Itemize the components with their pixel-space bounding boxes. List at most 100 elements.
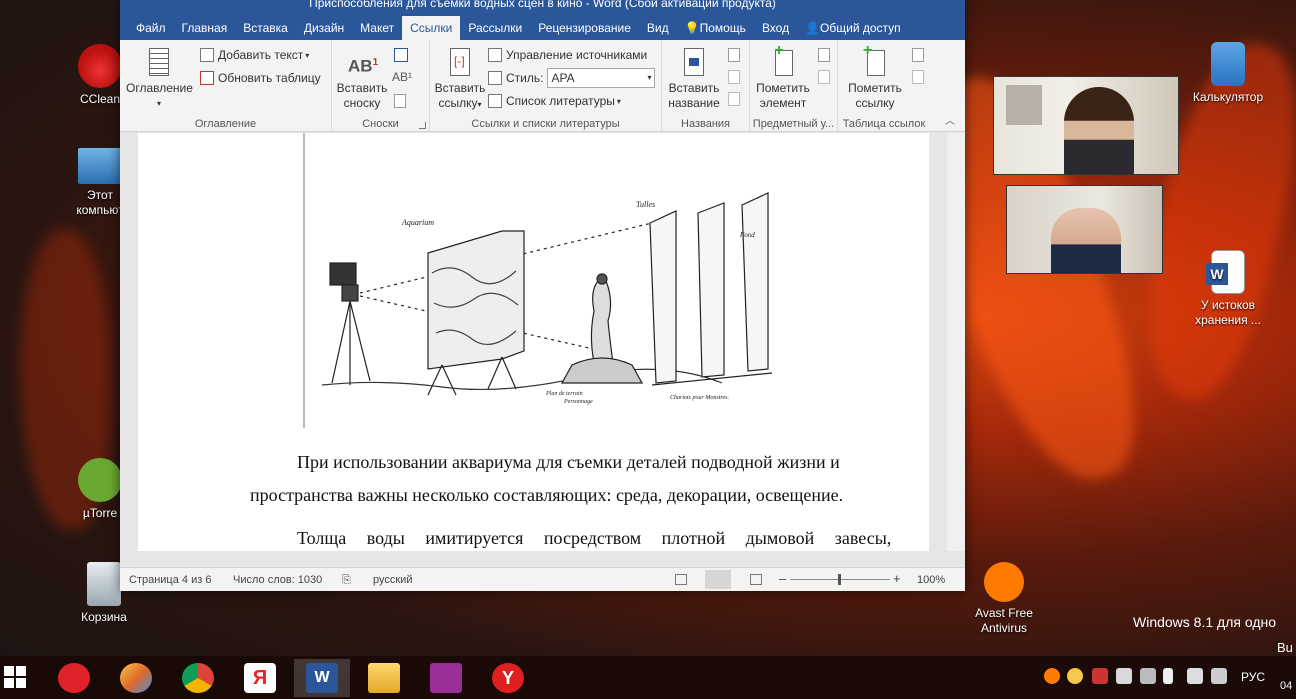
windows-logo-icon (4, 666, 28, 688)
network-error-tray-icon[interactable] (1092, 668, 1108, 684)
insert-caption-button[interactable]: Вставить название (664, 48, 724, 111)
insert-toa-icon[interactable] (912, 48, 924, 62)
mark-citation-button[interactable]: + Пометить ссылку (842, 43, 908, 111)
web-layout-icon[interactable] (750, 574, 762, 585)
style-value: APA (551, 71, 575, 85)
insert-citation-label-1: Вставить (434, 81, 486, 95)
desktop-icon-calculator[interactable]: Калькулятор (1186, 42, 1270, 105)
mark-entry-button[interactable]: + Пометить элемент (752, 43, 814, 111)
manage-sources-button[interactable]: Управление источниками (488, 48, 647, 62)
avast-icon (984, 562, 1024, 602)
desktop-icon-label: Корзина (81, 610, 127, 624)
taskbar-chrome[interactable] (170, 659, 226, 697)
video-feed-participant-1[interactable] (993, 76, 1179, 175)
tab-file[interactable]: Файл (128, 16, 174, 40)
add-text-button[interactable]: Добавить текст ▾ (200, 48, 309, 62)
zoom-level[interactable]: 100% (917, 574, 945, 586)
insert-caption-label-1: Вставить (668, 81, 720, 95)
tab-references[interactable]: Ссылки (402, 16, 461, 40)
sign-in-link[interactable]: Вход (754, 16, 797, 40)
document-area[interactable]: Aquarium Tulles Fond Plan de terrain Per… (120, 133, 965, 551)
update-index-icon[interactable] (818, 70, 830, 84)
citation-icon: [-] (446, 48, 474, 78)
desktop-icon-word-doc[interactable]: W У истоков хранения ... (1186, 250, 1270, 328)
desktop-icon-label: Калькулятор (1192, 90, 1264, 104)
video-feed-participant-2[interactable] (1006, 185, 1163, 274)
tab-layout[interactable]: Макет (352, 16, 402, 40)
volume-tray-icon[interactable] (1211, 668, 1227, 684)
insert-footnote-button[interactable]: AB1 Вставить сноску (336, 48, 388, 111)
group-label: Оглавление (194, 118, 257, 130)
paragraph-1-line-1: При использовании аквариума для съемки д… (297, 452, 840, 472)
ribbon-tab-bar: Файл Главная Вставка Дизайн Макет Ссылки… (120, 16, 965, 40)
taskbar-yandex-browser[interactable]: Я (232, 659, 288, 697)
security-tray-icon[interactable] (1116, 668, 1132, 684)
insert-index-icon[interactable] (818, 48, 830, 62)
language-indicator[interactable]: русский (373, 574, 412, 586)
taskbar-file-explorer[interactable] (356, 659, 412, 697)
print-layout-icon[interactable] (705, 570, 731, 589)
group-index: + Пометить элемент Предметный у... (750, 40, 838, 132)
zoom-slider-thumb[interactable] (838, 574, 841, 585)
update-table-button[interactable]: Обновить таблицу (200, 71, 321, 85)
style-selector[interactable]: Стиль: APA ▾ (488, 68, 656, 88)
read-mode-icon[interactable] (675, 574, 687, 585)
tab-design[interactable]: Дизайн (296, 16, 352, 40)
insert-endnote-icon[interactable] (394, 48, 408, 62)
desktop-icon-label: У истоков (1200, 298, 1256, 312)
desktop-icon-avast[interactable]: Avast Free Antivirus (962, 562, 1046, 636)
tab-home[interactable]: Главная (174, 16, 236, 40)
show-notes-icon[interactable] (394, 94, 406, 108)
input-language-indicator[interactable]: РУС (1241, 670, 1265, 684)
collapse-ribbon-icon[interactable]: ︿ (945, 112, 955, 127)
add-text-label: Добавить текст (218, 48, 304, 62)
taskbar-opera[interactable] (46, 659, 102, 697)
label-chariots: Chariots pour Monstres. (670, 395, 729, 401)
tab-help[interactable]: 💡Помощь (677, 16, 754, 40)
tab-view[interactable]: Вид (639, 16, 677, 40)
taskbar-paint[interactable] (108, 659, 164, 697)
flag-tray-icon[interactable] (1140, 668, 1156, 684)
page-count[interactable]: Страница 4 из 6 (129, 574, 211, 586)
group-toc: Оглавление ▾ Добавить текст ▾ Обновить та… (120, 40, 332, 132)
tab-mailings[interactable]: Рассылки (460, 16, 530, 40)
start-button[interactable] (4, 666, 28, 688)
insert-caption-label-2: название (668, 96, 720, 110)
cross-reference-icon[interactable] (728, 92, 740, 106)
word-count[interactable]: Число слов: 1030 (233, 574, 322, 586)
update-toa-icon[interactable] (912, 70, 924, 84)
chevron-down-icon: ▾ (477, 100, 482, 109)
illustration-figure: Aquarium Tulles Fond Plan de terrain Per… (302, 133, 782, 428)
toc-button[interactable]: Оглавление ▾ (126, 48, 193, 111)
network-tray-icon[interactable] (1187, 668, 1203, 684)
word-window[interactable]: Приспособления для съемки водных сцен в … (120, 0, 965, 591)
dialog-launcher-icon[interactable] (419, 122, 426, 129)
zoom-in-button[interactable]: + (893, 571, 901, 586)
desktop-icon-label: Antivirus (980, 621, 1027, 635)
clock[interactable]: 04 (1280, 680, 1292, 692)
battery-tray-icon[interactable] (1163, 668, 1173, 684)
tab-help-label: Помощь (699, 21, 746, 35)
update-table-of-figures-icon[interactable] (728, 70, 740, 84)
chevron-down-icon: ▾ (305, 50, 310, 60)
bibliography-label: Список литературы (506, 94, 615, 108)
bibliography-button[interactable]: Список литературы ▾ (488, 94, 621, 108)
tab-review[interactable]: Рецензирование (530, 16, 639, 40)
window-title: Приспособления для съемки водных сцен в … (120, 0, 965, 16)
proofing-icon[interactable]: ⎘ (342, 574, 351, 587)
style-dropdown[interactable]: APA ▾ (547, 68, 656, 88)
avast-tray-icon[interactable] (1044, 668, 1060, 684)
group-label: Предметный у... (752, 118, 835, 130)
insert-citation-button[interactable]: [-] Вставить ссылку▾ (432, 48, 488, 112)
next-footnote-icon[interactable]: AB¹ (392, 70, 412, 84)
tab-insert[interactable]: Вставка (235, 16, 296, 40)
taskbar-camera-app[interactable] (418, 659, 474, 697)
taskbar-yandex[interactable]: Y (480, 659, 536, 697)
weather-tray-icon[interactable] (1067, 668, 1083, 684)
vertical-scrollbar[interactable] (947, 133, 965, 551)
insert-table-of-figures-icon[interactable] (728, 48, 740, 62)
taskbar-word[interactable]: W (294, 659, 350, 697)
share-button[interactable]: 👤Общий доступ (797, 16, 909, 40)
document-page[interactable]: Aquarium Tulles Fond Plan de terrain Per… (138, 133, 929, 551)
zoom-out-button[interactable]: – (779, 571, 786, 586)
